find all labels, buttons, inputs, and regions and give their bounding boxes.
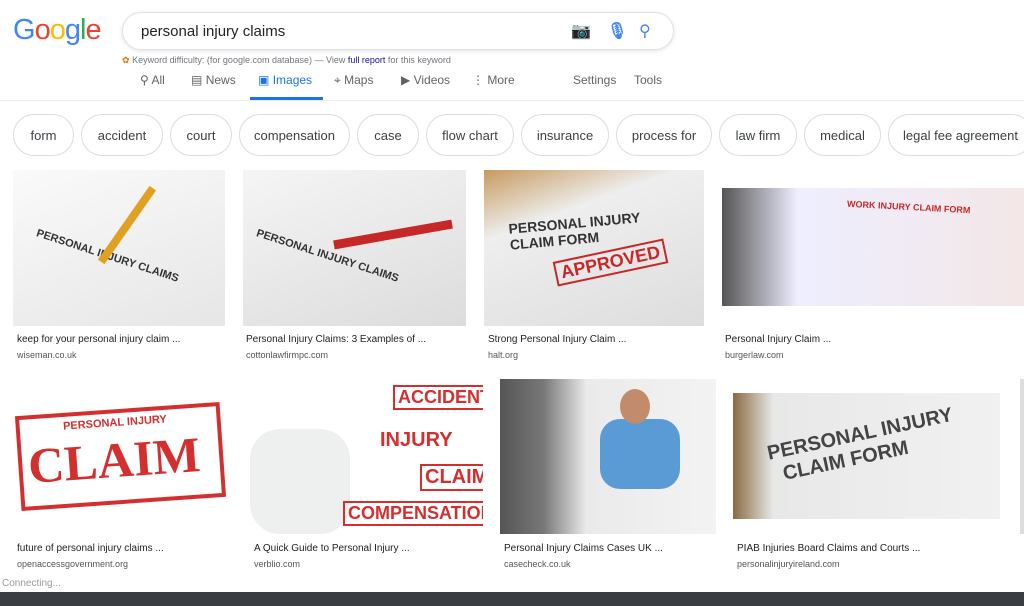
result-source[interactable]: personalinjuryireland.com [737, 559, 840, 569]
tab-more[interactable]: ⋮ More [472, 73, 515, 87]
news-icon: ▤ [191, 73, 203, 87]
google-logo[interactable]: Google [13, 14, 102, 47]
settings-button[interactable]: Settings [573, 73, 616, 87]
play-icon: ▶ [401, 73, 411, 87]
result-title[interactable]: keep for your personal injury claim ... [17, 334, 180, 345]
chip-flow-chart[interactable]: flow chart [426, 114, 514, 156]
image-icon: ▣ [258, 73, 270, 87]
result-title[interactable]: Personal Injury Claims: 3 Examples of ..… [246, 334, 426, 345]
microphone-icon[interactable]: 🎙 [607, 21, 627, 41]
result-image[interactable]: ACCIDENT INJURY CLAIM COMPENSATION [250, 379, 483, 534]
result-source[interactable]: wiseman.co.uk [17, 350, 77, 360]
result-image[interactable]: PERSONAL INJURY CLAIM FORM APPROVED [484, 170, 704, 326]
tab-maps[interactable]: ⌖ Maps [334, 73, 373, 88]
status-bar: Connecting... [2, 578, 61, 589]
taskbar[interactable] [0, 592, 1024, 606]
chip-law-firm[interactable]: law firm [719, 114, 797, 156]
more-icon: ⋮ [472, 73, 484, 87]
result-title[interactable]: Personal Injury Claim ... [725, 334, 831, 345]
result-title[interactable]: PIAB Injuries Board Claims and Courts ..… [737, 543, 920, 554]
chip-insurance[interactable]: insurance [521, 114, 609, 156]
result-title[interactable]: Strong Personal Injury Claim ... [488, 334, 626, 345]
result-source[interactable]: burgerlaw.com [725, 350, 784, 360]
map-icon: ⌖ [334, 73, 341, 87]
keyword-tool-icon: ✿ [122, 55, 130, 65]
result-image[interactable] [1020, 379, 1024, 534]
tools-button[interactable]: Tools [634, 73, 662, 87]
chip-accident[interactable]: accident [81, 114, 163, 156]
result-source[interactable]: casecheck.co.uk [504, 559, 571, 569]
tab-all[interactable]: ⚲ All [140, 73, 165, 87]
result-source[interactable]: verblio.com [254, 559, 300, 569]
chip-legal-fee-agreement[interactable]: legal fee agreement [888, 114, 1024, 156]
search-icon: ⚲ [140, 73, 149, 87]
result-image[interactable]: WORK INJURY CLAIM FORM [722, 188, 1024, 306]
chip-compensation[interactable]: compensation [239, 114, 350, 156]
tab-images[interactable]: ▣ Images [258, 73, 312, 87]
result-image[interactable]: PERSONAL INJURY CLAIM [13, 379, 233, 534]
search-icon[interactable]: ⚲ [639, 21, 651, 41]
result-image[interactable] [500, 379, 716, 534]
result-source[interactable]: openaccessgovernment.org [17, 559, 128, 569]
chip-court[interactable]: court [170, 114, 232, 156]
result-title[interactable]: Personal Injury Claims Cases UK ... [504, 543, 663, 554]
chip-medical[interactable]: medical [804, 114, 881, 156]
result-title[interactable]: future of personal injury claims ... [17, 543, 164, 554]
tab-news[interactable]: ▤ News [191, 73, 236, 87]
result-image[interactable]: PERSONAL INJURY CLAIMS [13, 170, 225, 326]
search-input[interactable]: personal injury claims [141, 23, 285, 40]
result-image[interactable]: PERSONAL INJURY CLAIM FORM [733, 393, 1000, 519]
chip-form[interactable]: form [13, 114, 74, 156]
camera-icon[interactable]: 📷 [571, 21, 591, 41]
chip-process-for[interactable]: process for [616, 114, 712, 156]
full-report-link[interactable]: full report [348, 55, 386, 65]
chip-case[interactable]: case [357, 114, 419, 156]
result-source[interactable]: cottonlawfirmpc.com [246, 350, 328, 360]
result-image[interactable]: PERSONAL INJURY CLAIMS [243, 170, 466, 326]
search-box[interactable]: personal injury claims 📷 🎙 ⚲ [122, 12, 674, 50]
tab-videos[interactable]: ▶ Videos [401, 73, 450, 87]
result-title[interactable]: A Quick Guide to Personal Injury ... [254, 543, 410, 554]
divider [0, 100, 1024, 101]
result-source[interactable]: halt.org [488, 350, 518, 360]
keyword-difficulty: ✿ Keyword difficulty: (for google.com da… [122, 55, 451, 65]
